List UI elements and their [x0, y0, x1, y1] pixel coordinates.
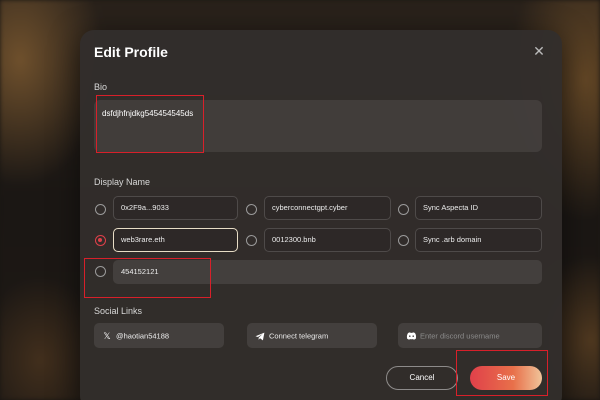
x-icon: 𝕏: [103, 330, 111, 341]
display-name-option-0[interactable]: 0x2F9a...9033: [113, 196, 238, 220]
display-name-option-3[interactable]: web3rare.eth: [113, 228, 238, 252]
close-icon[interactable]: ✕: [532, 44, 546, 58]
option-label: 0012300.bnb: [272, 235, 316, 244]
discord-input[interactable]: Enter discord username: [398, 323, 542, 348]
display-name-option-5[interactable]: Sync .arb domain: [415, 228, 542, 252]
telegram-label: Connect telegram: [269, 331, 329, 341]
telegram-connect-button[interactable]: Connect telegram: [247, 323, 377, 348]
display-name-radio-0[interactable]: [95, 204, 106, 215]
option-label: Sync Aspecta ID: [423, 203, 479, 212]
modal-title: Edit Profile: [94, 44, 168, 60]
bio-value: dsfdjhfnjdkg545454545ds: [102, 109, 194, 118]
display-name-radio-custom[interactable]: [95, 266, 106, 277]
display-name-radio-1[interactable]: [246, 204, 257, 215]
social-links-label: Social Links: [94, 306, 143, 316]
twitter-link[interactable]: 𝕏 @haotian54188: [94, 323, 224, 348]
option-label: web3rare.eth: [121, 235, 165, 244]
option-label: Sync .arb domain: [423, 235, 482, 244]
discord-icon: [406, 324, 417, 348]
display-name-option-1[interactable]: cyberconnectgpt.cyber: [264, 196, 391, 220]
display-name-radio-3[interactable]: [95, 235, 106, 246]
discord-placeholder: Enter discord username: [420, 331, 500, 341]
twitter-handle: @haotian54188: [116, 331, 170, 341]
save-button[interactable]: Save: [470, 366, 542, 390]
bio-label: Bio: [94, 82, 108, 92]
option-label: 0x2F9a...9033: [121, 203, 169, 212]
display-name-radio-2[interactable]: [398, 204, 409, 215]
display-name-option-2[interactable]: Sync Aspecta ID: [415, 196, 542, 220]
telegram-icon: [255, 324, 265, 348]
edit-profile-modal: Edit Profile ✕ Bio dsfdjhfnjdkg545454545…: [80, 30, 562, 400]
custom-display-name-input[interactable]: 454152121: [113, 260, 542, 284]
display-name-radio-5[interactable]: [398, 235, 409, 246]
custom-display-name-value: 454152121: [121, 267, 159, 276]
display-name-radio-4[interactable]: [246, 235, 257, 246]
display-name-option-4[interactable]: 0012300.bnb: [264, 228, 391, 252]
option-label: cyberconnectgpt.cyber: [272, 203, 348, 212]
cancel-button[interactable]: Cancel: [386, 366, 458, 390]
display-name-label: Display Name: [94, 177, 151, 187]
bio-textarea[interactable]: dsfdjhfnjdkg545454545ds: [94, 100, 542, 152]
